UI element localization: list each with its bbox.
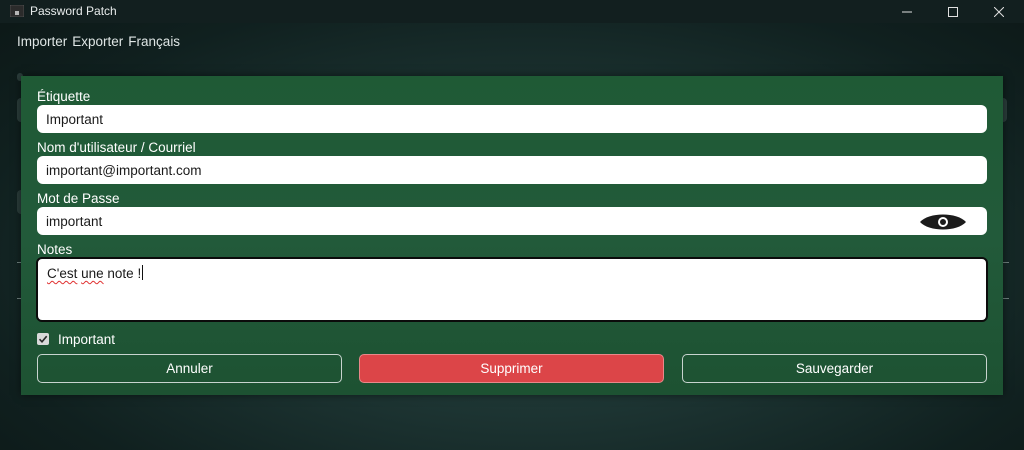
label-input[interactable]: Important xyxy=(37,105,987,133)
save-button[interactable]: Sauvegarder xyxy=(682,354,987,383)
notes-word-1: C'est xyxy=(47,266,78,281)
menu-item-export[interactable]: Exporter xyxy=(72,34,123,49)
title-bar: Password Patch xyxy=(0,0,1024,23)
notes-textarea[interactable]: C'est une note ! xyxy=(36,257,988,322)
eye-icon xyxy=(920,214,966,230)
close-icon xyxy=(994,6,1004,17)
username-input-value: important@important.com xyxy=(46,162,202,178)
edit-entry-dialog: Étiquette Important Nom d'utilisateur / … xyxy=(21,76,1003,395)
notes-field-label: Notes xyxy=(37,242,73,257)
minimize-button[interactable] xyxy=(884,0,930,23)
menu-item-language[interactable]: Français xyxy=(128,34,180,49)
checkmark-icon xyxy=(38,335,48,343)
menu-item-import[interactable]: Importer xyxy=(17,34,67,49)
password-field-label: Mot de Passe xyxy=(37,191,120,206)
show-password-button[interactable] xyxy=(919,213,967,231)
password-input[interactable]: important xyxy=(37,207,987,235)
menu-bar: Importer Exporter Français xyxy=(17,34,180,49)
password-input-value: important xyxy=(46,213,103,229)
window-title: Password Patch xyxy=(30,4,117,18)
background-divider-4 xyxy=(1003,298,1009,299)
notes-word-4: ! xyxy=(137,266,142,281)
notes-word-3: note xyxy=(107,266,134,281)
delete-button[interactable]: Supprimer xyxy=(359,354,664,383)
important-checkbox[interactable] xyxy=(37,333,49,345)
app-icon xyxy=(10,5,24,17)
label-field-label: Étiquette xyxy=(37,89,91,104)
cancel-button[interactable]: Annuler xyxy=(37,354,342,383)
username-field-label: Nom d'utilisateur / Courriel xyxy=(37,140,196,155)
maximize-icon xyxy=(948,6,958,17)
background-divider-3 xyxy=(1003,262,1009,263)
notes-word-2: une xyxy=(81,266,104,281)
username-input[interactable]: important@important.com xyxy=(37,156,987,184)
important-checkbox-label: Important xyxy=(58,332,116,347)
minimize-icon xyxy=(902,11,912,12)
label-input-value: Important xyxy=(46,111,104,127)
close-button[interactable] xyxy=(976,0,1022,23)
maximize-button[interactable] xyxy=(930,0,976,23)
text-caret xyxy=(142,265,144,280)
